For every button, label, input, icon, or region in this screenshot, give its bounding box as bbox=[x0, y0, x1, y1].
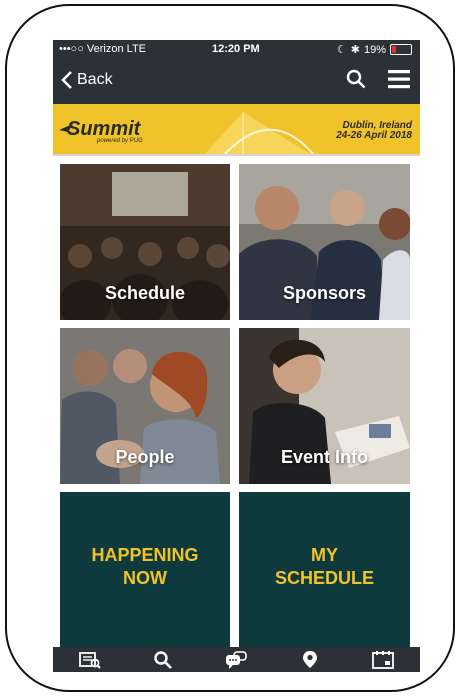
chevron-left-icon bbox=[61, 71, 72, 89]
clock: 12:20 PM bbox=[212, 43, 260, 55]
happening-now-tile[interactable]: HAPPENING NOW bbox=[60, 492, 230, 647]
my-schedule-tile[interactable]: MY SCHEDULE bbox=[239, 492, 410, 647]
event-info-tile[interactable]: Event Info bbox=[239, 328, 410, 484]
battery-icon bbox=[390, 44, 412, 55]
schedule-label: Schedule bbox=[104, 283, 186, 303]
location-pin-icon[interactable] bbox=[297, 650, 323, 670]
powered-by: powered by PUG bbox=[97, 138, 143, 144]
status-bar: •••○○ Verizon LTE 12:20 PM ☾ ✱ 19% bbox=[53, 40, 420, 60]
event-info-label: Event Info bbox=[280, 447, 368, 467]
bluetooth-icon: ✱ bbox=[350, 44, 360, 56]
newspaper-search-icon[interactable] bbox=[77, 650, 103, 670]
menu-icon[interactable] bbox=[388, 69, 410, 89]
search-tab-icon[interactable] bbox=[150, 650, 176, 670]
battery-percent: 19% bbox=[363, 43, 386, 56]
event-banner: Summit powered by PUG Dublin, Ireland 24… bbox=[53, 104, 420, 156]
moon-icon: ☾ bbox=[336, 44, 347, 56]
sponsors-tile[interactable]: Sponsors bbox=[239, 164, 410, 320]
my-schedule-line-1: MY bbox=[311, 545, 338, 565]
search-icon[interactable] bbox=[346, 69, 366, 89]
my-schedule-line-2: SCHEDULE bbox=[274, 568, 374, 588]
my-schedule-label: MY SCHEDULE bbox=[239, 544, 410, 590]
sponsors-label: Sponsors bbox=[282, 283, 366, 303]
chat-bubbles-icon[interactable] bbox=[223, 650, 249, 670]
schedule-tile[interactable]: Schedule bbox=[60, 164, 230, 320]
event-dates: 24-26 April 2018 bbox=[336, 130, 412, 141]
back-label: Back bbox=[77, 71, 113, 88]
app-screen: •••○○ Verizon LTE 12:20 PM ☾ ✱ 19% Back … bbox=[53, 40, 420, 672]
nav-bar: Back bbox=[53, 60, 420, 104]
calendar-icon[interactable] bbox=[370, 650, 396, 670]
happening-now-line-1: HAPPENING bbox=[91, 545, 199, 565]
back-button[interactable]: Back bbox=[61, 71, 113, 89]
happening-now-label: HAPPENING NOW bbox=[60, 544, 230, 590]
happening-now-line-2: NOW bbox=[123, 568, 167, 588]
carrier-label: •••○○ Verizon LTE bbox=[59, 43, 147, 55]
people-tile[interactable]: People bbox=[60, 328, 230, 484]
people-label: People bbox=[115, 447, 175, 467]
bottom-tab-bar bbox=[53, 647, 420, 672]
event-location: Dublin, Ireland 24-26 April 2018 bbox=[336, 121, 412, 141]
